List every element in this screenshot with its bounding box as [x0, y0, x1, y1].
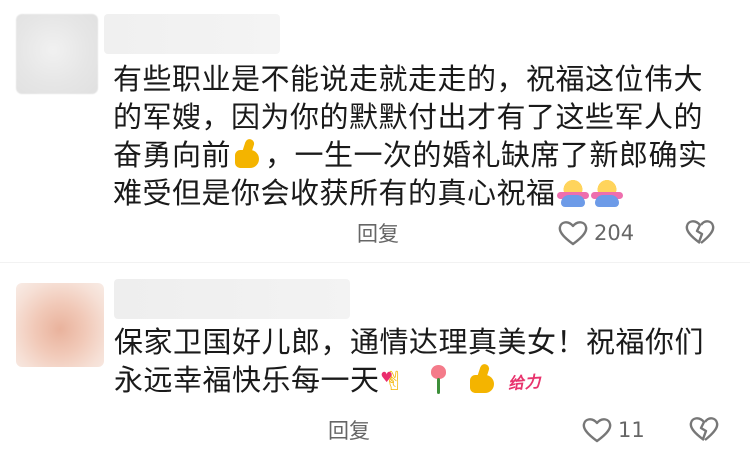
geili-sticker: 给力: [506, 371, 542, 394]
comment-actions: 回复 11: [0, 413, 750, 447]
avatar[interactable]: [16, 283, 104, 367]
comment-item: 有些职业是不能说走就走走的，祝福这位伟大 的军嫂，因为你的默默付出才有了这些军人…: [0, 0, 750, 260]
comment-actions: 回复 204: [0, 216, 750, 250]
comment-line: 奋勇向前: [113, 138, 232, 172]
rose-emoji: [422, 363, 454, 395]
like-count: 11: [618, 418, 645, 442]
thumbs-up-emoji: [232, 138, 264, 170]
hugging-face-emoji: [556, 176, 589, 208]
comment-item: 保家卫国好儿郎，通情达理真美女！祝福你们 永远幸福快乐每一天 给力 回复 11: [0, 265, 750, 459]
comment-text: 有些职业是不能说走就走走的，祝福这位伟大 的军嫂，因为你的默默付出才有了这些军人…: [113, 60, 708, 212]
comment-text: 保家卫国好儿郎，通情达理真美女！祝福你们 永远幸福快乐每一天 给力: [114, 323, 705, 401]
dislike-broken-heart-icon[interactable]: [685, 218, 715, 246]
reply-button[interactable]: 回复: [357, 218, 399, 248]
comment-line: 保家卫国好儿郎，通情达理真美女！祝福你们: [114, 325, 705, 359]
dislike-broken-heart-icon[interactable]: [689, 415, 719, 443]
divider: [0, 262, 750, 263]
heart-outline-icon: [582, 416, 612, 444]
heart-outline-icon: [558, 219, 588, 247]
like-count: 204: [594, 221, 635, 245]
comment-line: 永远幸福快乐每一天: [114, 363, 380, 397]
heart-fingers-emoji: [381, 359, 413, 401]
hugging-face-emoji: [590, 176, 623, 208]
like-button[interactable]: 11: [582, 413, 645, 447]
thumbs-up-emoji: [467, 363, 499, 395]
comment-line: 难受但是你会收获所有的真心祝福: [113, 176, 556, 210]
username-redacted[interactable]: [104, 14, 280, 54]
like-button[interactable]: 204: [558, 216, 634, 250]
comment-line: 有些职业是不能说走就走走的，祝福这位伟大: [113, 62, 704, 96]
comment-line: ，一生一次的婚礼缺席了新郎确实: [265, 138, 708, 172]
username-redacted[interactable]: [114, 279, 350, 319]
comment-line: 的军嫂，因为你的默默付出才有了这些军人的: [113, 100, 704, 134]
reply-button[interactable]: 回复: [328, 415, 370, 445]
avatar[interactable]: [16, 14, 98, 94]
